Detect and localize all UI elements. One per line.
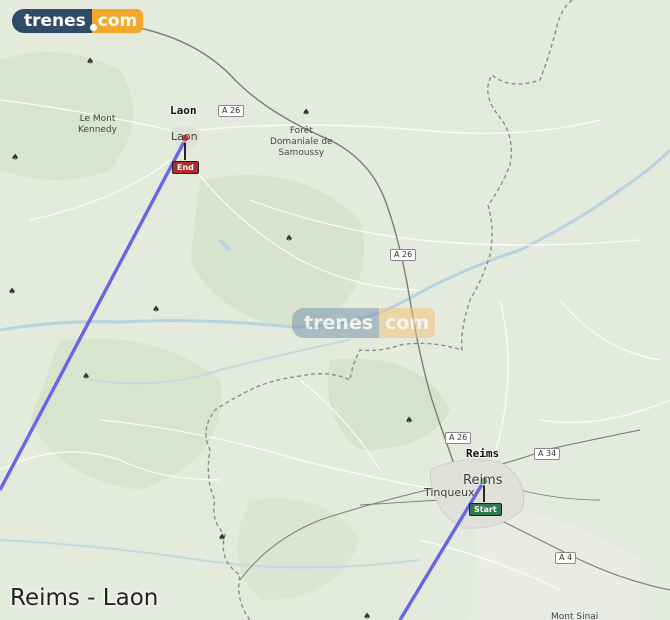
logo-dot-icon [90,24,97,31]
route-map[interactable]: trenes com trenes com Le Mont Kennedy La… [0,0,670,620]
tree-icon: ♠ [11,153,20,163]
tree-icon: ♠ [218,533,227,543]
destination-city-label: Laon [170,104,197,117]
road-shield-a4: A 4 [555,552,577,564]
origin-city-label: Reims [466,447,500,460]
place-label-tinqueux: Tinqueux [424,486,475,499]
tree-icon: ♠ [405,416,414,426]
tree-icon: ♠ [363,612,372,620]
brand-logo[interactable]: trenes com [12,9,144,33]
tree-icon: ♠ [86,57,95,67]
tree-icon: ♠ [152,305,161,315]
logo-right-text: com [91,9,144,33]
tree-icon: ♠ [82,372,91,382]
route-title: Reims - Laon [10,585,159,611]
place-label-laon: Laon [171,130,198,143]
tree-icon: ♠ [302,108,311,118]
place-label-le-mont-kennedy: Le Mont Kennedy [78,114,117,135]
place-label-foret-samoussy: Forêt Domaniale de Samoussy [270,126,333,158]
road-shield-a34: A 34 [534,448,561,460]
road-shield-a26-north: A 26 [218,105,245,117]
place-label-mont-sinai: Mont Sinai [551,612,599,620]
road-shield-a26-south: A 26 [445,432,472,444]
tree-icon: ♠ [285,234,294,244]
watermark-logo: trenes com [292,308,436,338]
end-marker-label[interactable]: End [172,161,199,174]
watermark-left-text: trenes [292,308,380,338]
tree-icon: ♠ [8,287,17,297]
watermark-right-text: com [379,308,436,338]
start-marker-label[interactable]: Start [469,503,502,516]
road-shield-a26-mid: A 26 [390,249,417,261]
logo-left-text: trenes [12,9,92,33]
